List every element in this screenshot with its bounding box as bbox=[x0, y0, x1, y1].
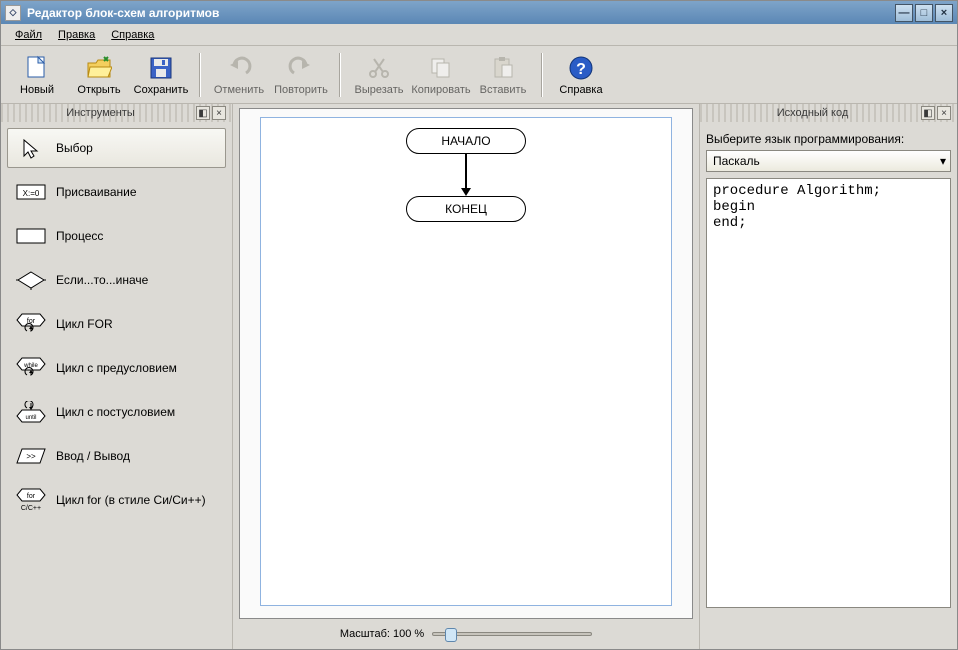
tool-item-label: Цикл с предусловием bbox=[56, 361, 177, 375]
tool-item-0[interactable]: Выбор bbox=[7, 128, 226, 168]
new-file-icon bbox=[23, 54, 51, 82]
main-area: Инструменты ◧ × Выбор X:=0 Присваивание Про… bbox=[1, 104, 957, 649]
tool-glyph-icon: until bbox=[16, 402, 46, 422]
tool-item-label: Ввод / Вывод bbox=[56, 449, 130, 463]
tool-glyph-icon: for bbox=[16, 314, 46, 334]
flowchart-canvas[interactable]: НАЧАЛО КОНЕЦ bbox=[260, 117, 672, 606]
redo-icon bbox=[287, 54, 315, 82]
source-dock-float-button[interactable]: ◧ bbox=[921, 106, 935, 120]
chevron-down-icon: ▾ bbox=[940, 154, 946, 168]
redo-button[interactable]: Повторить bbox=[271, 49, 331, 101]
cut-button[interactable]: Вырезать bbox=[349, 49, 409, 101]
tools-dock: Инструменты ◧ × Выбор X:=0 Присваивание Про… bbox=[1, 104, 233, 649]
menu-edit[interactable]: Правка bbox=[50, 27, 103, 43]
tool-glyph-icon bbox=[16, 226, 46, 246]
minimize-button[interactable]: — bbox=[895, 4, 913, 22]
floppy-icon bbox=[147, 54, 175, 82]
tool-item-4[interactable]: for Цикл FOR bbox=[7, 304, 226, 344]
window-title: Редактор блок-схем алгоритмов bbox=[27, 6, 893, 20]
tool-item-label: Присваивание bbox=[56, 185, 137, 199]
paste-button[interactable]: Вставить bbox=[473, 49, 533, 101]
menu-file[interactable]: Файл bbox=[7, 27, 50, 43]
svg-text:?: ? bbox=[576, 61, 586, 78]
copy-button[interactable]: Копировать bbox=[411, 49, 471, 101]
tool-glyph-icon: for C/C++ bbox=[16, 490, 46, 510]
tool-glyph-icon: X:=0 bbox=[16, 182, 46, 202]
flow-start-block[interactable]: НАЧАЛО bbox=[406, 128, 526, 154]
center-panel: НАЧАЛО КОНЕЦ Масштаб: 100 % bbox=[233, 104, 699, 649]
flow-end-block[interactable]: КОНЕЦ bbox=[406, 196, 526, 222]
tool-item-label: Процесс bbox=[56, 229, 103, 243]
help-button[interactable]: ? Справка bbox=[551, 49, 611, 101]
zoom-bar: Масштаб: 100 % bbox=[237, 623, 695, 645]
tools-dock-title: Инструменты bbox=[66, 107, 135, 119]
open-button[interactable]: Открыть bbox=[69, 49, 129, 101]
language-selected-value: Паскаль bbox=[713, 154, 760, 168]
menu-help[interactable]: Справка bbox=[103, 27, 162, 43]
tools-list: Выбор X:=0 Присваивание Процесс Если...то...… bbox=[7, 128, 226, 520]
titlebar: ◇ Редактор блок-схем алгоритмов — □ × bbox=[1, 1, 957, 24]
source-dock-close-button[interactable]: × bbox=[937, 106, 951, 120]
toolbar: Новый Открыть Сохранить Отменить По bbox=[1, 46, 957, 104]
tool-item-label: Выбор bbox=[56, 141, 93, 155]
undo-icon bbox=[225, 54, 253, 82]
tool-glyph-icon bbox=[16, 270, 46, 290]
svg-text:for: for bbox=[27, 493, 36, 500]
source-dock-title: Исходный код bbox=[777, 107, 849, 119]
tool-glyph-icon bbox=[16, 138, 46, 158]
clipboard-icon bbox=[489, 54, 517, 82]
tools-dock-float-button[interactable]: ◧ bbox=[196, 106, 210, 120]
svg-text:until: until bbox=[25, 415, 36, 421]
undo-button[interactable]: Отменить bbox=[209, 49, 269, 101]
tool-item-1[interactable]: X:=0 Присваивание bbox=[7, 172, 226, 212]
zoom-label: Масштаб: 100 % bbox=[340, 628, 424, 640]
tool-item-2[interactable]: Процесс bbox=[7, 216, 226, 256]
tools-dock-header: Инструменты ◧ × bbox=[1, 104, 232, 122]
help-icon: ? bbox=[567, 54, 595, 82]
language-select[interactable]: Паскаль ▾ bbox=[706, 150, 951, 172]
source-dock-header: Исходный код ◧ × bbox=[700, 104, 957, 122]
tool-glyph-icon: while bbox=[16, 358, 46, 378]
tool-item-7[interactable]: >> Ввод / Вывод bbox=[7, 436, 226, 476]
flow-arrow bbox=[465, 154, 467, 190]
tool-item-label: Если...то...иначе bbox=[56, 273, 148, 287]
tool-item-6[interactable]: until Цикл с постусловием bbox=[7, 392, 226, 432]
zoom-thumb[interactable] bbox=[445, 628, 457, 642]
menubar: Файл Правка Справка bbox=[1, 24, 957, 46]
new-button[interactable]: Новый bbox=[7, 49, 67, 101]
arrow-head-icon bbox=[461, 188, 471, 196]
svg-text:X:=0: X:=0 bbox=[23, 189, 40, 198]
close-button[interactable]: × bbox=[935, 4, 953, 22]
canvas-wrap: НАЧАЛО КОНЕЦ bbox=[239, 108, 693, 619]
tool-item-3[interactable]: Если...то...иначе bbox=[7, 260, 226, 300]
tool-item-label: Цикл FOR bbox=[56, 317, 113, 331]
tool-item-label: Цикл с постусловием bbox=[56, 405, 175, 419]
tool-glyph-icon: >> bbox=[16, 446, 46, 466]
zoom-slider[interactable] bbox=[432, 632, 592, 636]
language-label: Выберите язык программирования: bbox=[706, 132, 951, 146]
copy-icon bbox=[427, 54, 455, 82]
folder-open-icon bbox=[85, 54, 113, 82]
scissors-icon bbox=[365, 54, 393, 82]
tools-dock-close-button[interactable]: × bbox=[212, 106, 226, 120]
tool-item-label: Цикл for (в стиле Си/Си++) bbox=[56, 493, 206, 507]
maximize-button[interactable]: □ bbox=[915, 4, 933, 22]
source-code-box[interactable]: procedure Algorithm; begin end; bbox=[706, 178, 951, 608]
svg-text:C/C++: C/C++ bbox=[21, 505, 41, 512]
source-dock: Исходный код ◧ × Выберите язык программи… bbox=[699, 104, 957, 649]
svg-text:>>: >> bbox=[26, 452, 36, 461]
tool-item-5[interactable]: while Цикл с предусловием bbox=[7, 348, 226, 388]
tool-item-8[interactable]: for C/C++ Цикл for (в стиле Си/Си++) bbox=[7, 480, 226, 520]
save-button[interactable]: Сохранить bbox=[131, 49, 191, 101]
app-icon: ◇ bbox=[5, 5, 21, 21]
